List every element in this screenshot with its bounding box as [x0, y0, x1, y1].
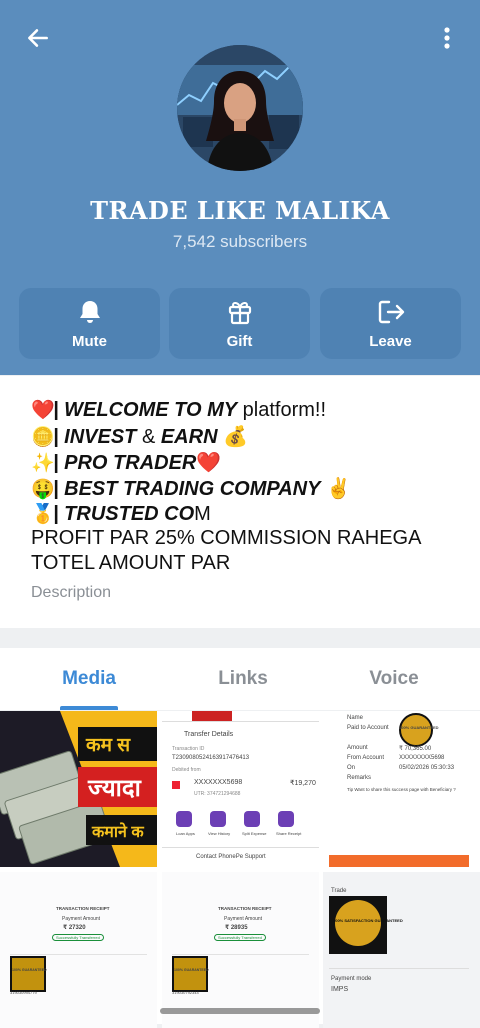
more-options-button[interactable]	[428, 20, 466, 56]
more-vertical-icon	[444, 27, 450, 49]
mute-button[interactable]: Mute	[19, 288, 160, 359]
heart-emoji-icon: ❤️	[31, 400, 55, 421]
tab-links[interactable]: Links	[173, 668, 313, 690]
tab-media[interactable]: Media	[19, 668, 159, 690]
channel-header: TRADE LIKE MALIKA 7,542 subscribers Mute…	[0, 0, 480, 375]
description-line-6: PROFIT PAR 25% COMMISSION RAHEGA	[31, 527, 422, 549]
heart-emoji-icon: ❤️	[196, 452, 222, 474]
description-line-1: ❤️| WELCOME TO MY platform!!	[31, 399, 327, 421]
description-line-5: 🥇| TRUSTED COM	[31, 503, 211, 525]
guarantee-badge-icon	[10, 956, 46, 992]
description-line-3: ✨| PRO TRADER❤️	[31, 452, 222, 474]
media-thumbnail-1[interactable]: कम स ज्यादा कमाने क	[0, 711, 157, 867]
media-thumbnail-6[interactable]: Trade 100% SATISFACTION GUARANTEED Payme…	[323, 872, 480, 1028]
media-thumbnail-2[interactable]: Transfer Details Transaction ID T2309080…	[162, 711, 319, 867]
media-thumbnail-4[interactable]: TRANSACTION RECEIPT Payment Amount ₹ 273…	[0, 872, 157, 1028]
description-line-7: TOTEL AMOUNT PAR	[31, 552, 231, 574]
media-thumbnail-5[interactable]: TRANSACTION RECEIPT Payment Amount ₹ 289…	[162, 872, 319, 1028]
subscriber-count: 7,542 subscribers	[172, 232, 308, 251]
media-thumbnail-3[interactable]: Name Paid to Account 100% GUARANTEED Amo…	[323, 711, 480, 867]
home-indicator[interactable]	[160, 1008, 320, 1014]
victory-hand-emoji-icon: ✌️	[320, 478, 351, 500]
description-label: Description	[31, 584, 112, 601]
mute-label: Mute	[72, 333, 107, 350]
leave-label: Leave	[369, 333, 412, 350]
money-face-emoji-icon: 🤑	[31, 479, 55, 500]
sparkles-emoji-icon: ✨	[31, 453, 55, 474]
leave-button[interactable]: Leave	[320, 288, 461, 359]
tab-voice[interactable]: Voice	[324, 668, 464, 690]
guarantee-badge-icon	[399, 713, 433, 747]
money-bag-emoji-icon: 💰	[217, 426, 248, 448]
gift-icon	[228, 301, 251, 325]
guarantee-badge-icon	[335, 900, 381, 946]
description-line-4: 🤑| BEST TRADING COMPANY ✌️	[31, 478, 351, 500]
media-tabs: Media Links Voice	[0, 648, 480, 710]
avatar-photo	[177, 45, 303, 171]
active-tab-indicator	[60, 706, 118, 710]
gift-button[interactable]: Gift	[169, 288, 310, 359]
channel-avatar[interactable]	[177, 45, 303, 171]
gift-label: Gift	[226, 333, 253, 350]
back-button[interactable]	[18, 20, 58, 56]
coin-emoji-icon: 🪙	[31, 427, 55, 448]
medal-emoji-icon: 🥇	[31, 504, 55, 525]
media-grid: कम स ज्यादा कमाने क Transfer Details Tra…	[0, 711, 480, 1028]
arrow-left-icon	[28, 29, 48, 47]
description-line-2: 🪙| INVEST & EARN 💰	[31, 426, 248, 448]
leave-icon	[378, 300, 404, 324]
bell-icon	[79, 301, 100, 323]
guarantee-badge-icon	[172, 956, 208, 992]
channel-title: TRADE LIKE MALIKA	[90, 196, 390, 225]
